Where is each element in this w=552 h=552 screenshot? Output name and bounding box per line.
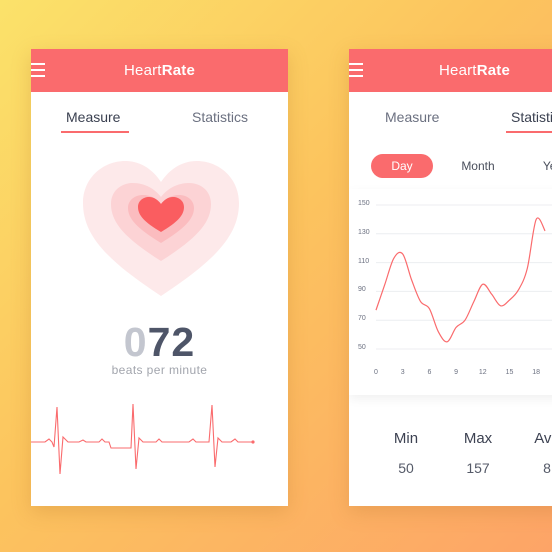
x-tick-label: 15 [505,369,514,376]
x-tick-label: 3 [400,369,405,376]
app-title: HeartRate [439,62,510,79]
tab-statistics[interactable]: Statistics [511,109,552,125]
x-tick-label: 18 [532,369,541,376]
min-label: Min [393,430,419,447]
heart-rate-chart [375,204,552,350]
min-value: 50 [398,460,414,476]
x-tick-label: 0 [374,369,378,376]
x-tick-label: 6 [427,369,432,376]
bpm-readout: 072 [123,319,196,365]
heart-pulse-graphic [83,161,239,296]
avg-label: Avg [534,430,552,447]
tab-statistics[interactable]: Statistics [192,109,248,125]
bpm-unit-label: beats per minute [111,363,208,377]
app-title: HeartRate [124,62,195,79]
period-day-button[interactable]: Day [371,154,433,178]
heart-rate-series-line [375,217,546,343]
menu-icon[interactable] [31,63,45,77]
tab-bar: Measure Statistics [349,92,552,142]
active-tab-indicator [61,131,129,133]
max-value: 157 [466,460,490,476]
statistics-card: HeartRate Measure Statistics Day Month Y… [349,49,552,506]
x-tick-label: 12 [478,369,487,376]
y-tick-label: 110 [358,257,370,265]
max-label: Max [463,430,493,447]
y-tick-label: 70 [358,315,366,323]
chart-panel [349,189,552,395]
measure-card: HeartRate Measure Statistics 072 beats p… [31,49,288,506]
tab-measure[interactable]: Measure [66,109,120,125]
avg-value: 8 [543,460,551,476]
active-tab-indicator [506,131,552,133]
y-tick-label: 90 [358,286,366,294]
period-month-button[interactable]: Month [449,154,507,178]
x-tick-label: 9 [454,369,459,376]
tab-bar: Measure Statistics [31,92,288,142]
app-header: HeartRate [349,49,552,92]
ecg-waveform [31,403,255,475]
menu-icon[interactable] [349,63,363,77]
y-tick-label: 150 [358,200,370,207]
y-tick-label: 50 [358,344,366,351]
period-year-button[interactable]: Year [535,154,552,178]
y-tick-label: 130 [358,228,370,236]
tab-measure[interactable]: Measure [385,109,439,125]
app-header: HeartRate [31,49,288,92]
